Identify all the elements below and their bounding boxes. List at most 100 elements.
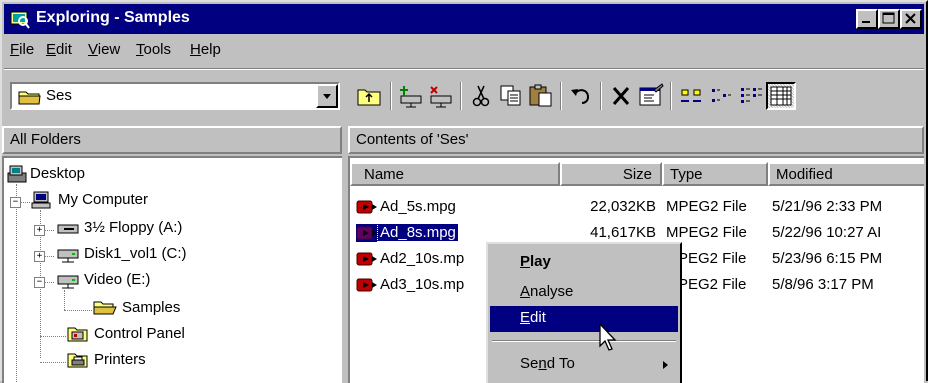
close-icon xyxy=(905,13,916,24)
close-button[interactable] xyxy=(900,9,922,29)
contents-label: Contents of 'Ses' xyxy=(356,131,469,148)
disconnect-network-drive-icon xyxy=(430,86,452,108)
tree-connector xyxy=(40,336,66,337)
media-file-icon xyxy=(356,200,377,214)
folder-icon xyxy=(18,91,41,105)
menu-bar: File Edit View Tools Help xyxy=(4,36,924,64)
window-title: Exploring - Samples xyxy=(36,9,190,26)
copy-button[interactable] xyxy=(496,82,526,110)
collapse-toggle[interactable]: − xyxy=(10,197,21,208)
menu-edit[interactable]: Edit xyxy=(46,41,72,58)
media-file-icon xyxy=(356,252,377,266)
open-folder-icon xyxy=(93,301,117,315)
tree-label: Printers xyxy=(94,351,146,368)
details-view-button[interactable] xyxy=(766,82,796,110)
tree-item-floppy[interactable]: 3½ Floppy (A:) xyxy=(56,218,256,240)
tree-label: Samples xyxy=(122,299,181,316)
tree-connector xyxy=(16,184,17,383)
column-header-name[interactable]: Name xyxy=(350,162,560,186)
file-name: Ad3_10s.mp xyxy=(380,276,465,293)
up-one-level-button[interactable] xyxy=(354,82,384,110)
tree-label: Desktop xyxy=(30,165,86,182)
tree-label: My Computer xyxy=(58,191,149,208)
file-row[interactable]: Ad_5s.mpg 22,032KB MPEG2 File 5/21/96 2:… xyxy=(350,196,910,220)
tree-label: Video (E:) xyxy=(84,271,151,288)
cut-button[interactable] xyxy=(466,82,496,110)
tree-item-printers[interactable]: Printers xyxy=(66,350,266,372)
toolbar xyxy=(354,80,924,114)
undo-button[interactable] xyxy=(566,82,596,110)
tree-item-video[interactable]: Video (E:) xyxy=(56,270,256,292)
media-file-icon xyxy=(356,278,377,292)
details-view-icon xyxy=(770,86,792,106)
column-header-modified[interactable]: Modified xyxy=(768,162,924,186)
properties-icon xyxy=(639,83,664,106)
context-separator xyxy=(492,340,676,342)
properties-button[interactable] xyxy=(636,82,666,110)
file-type: PEG2 File xyxy=(678,276,747,293)
map-drive-button[interactable] xyxy=(396,82,426,110)
list-view-icon xyxy=(741,88,762,103)
submenu-arrow-icon xyxy=(663,361,668,369)
control-panel-icon xyxy=(67,327,88,342)
tree-item-my-computer[interactable]: My Computer xyxy=(30,190,230,212)
context-send-to[interactable]: Send To xyxy=(490,352,678,378)
minimize-icon xyxy=(862,21,870,23)
explorer-icon xyxy=(10,11,30,29)
chevron-down-icon xyxy=(323,94,331,99)
menu-tools[interactable]: Tools xyxy=(136,41,171,58)
delete-button[interactable] xyxy=(606,82,636,110)
network-drive-icon xyxy=(57,249,79,263)
context-menu: Play Analyse Edit Send To xyxy=(486,242,682,383)
contents-header: Contents of 'Ses' xyxy=(348,126,924,154)
scissors-icon xyxy=(472,85,490,107)
combo-dropdown-button[interactable] xyxy=(316,84,338,108)
small-icons-button[interactable] xyxy=(706,82,736,110)
toolbar-separator xyxy=(560,82,562,110)
file-modified: 5/23/96 6:15 PM xyxy=(772,250,883,267)
map-network-drive-icon xyxy=(400,86,422,108)
tree-connector xyxy=(64,290,65,310)
printer-folder-icon xyxy=(67,353,88,368)
expand-toggle[interactable]: + xyxy=(34,251,45,262)
menu-help[interactable]: Help xyxy=(190,41,221,58)
file-name: Ad_5s.mpg xyxy=(380,198,456,215)
paste-button[interactable] xyxy=(526,82,556,110)
disconnect-drive-button[interactable] xyxy=(426,82,456,110)
up-folder-icon xyxy=(357,89,381,106)
menu-file[interactable]: File xyxy=(10,41,34,58)
minimize-button[interactable] xyxy=(856,9,878,29)
paste-icon xyxy=(529,84,552,107)
tree-item-control-panel[interactable]: Control Panel xyxy=(66,324,266,346)
file-modified: 5/21/96 2:33 PM xyxy=(772,198,883,215)
menu-view[interactable]: View xyxy=(88,41,120,58)
list-view-button[interactable] xyxy=(736,82,766,110)
toolbar-separator xyxy=(600,82,602,110)
desktop-icon xyxy=(7,165,27,183)
all-folders-header: All Folders xyxy=(2,126,342,154)
tree-connector xyxy=(64,310,92,311)
context-analyse[interactable]: Analyse xyxy=(490,280,678,306)
column-header-type[interactable]: Type xyxy=(662,162,768,186)
column-header-size[interactable]: Size xyxy=(560,162,662,186)
toolbar-separator xyxy=(670,82,672,110)
expand-toggle[interactable]: + xyxy=(34,225,45,236)
file-modified: 5/22/96 10:27 AI xyxy=(772,224,882,241)
tree-item-disk1[interactable]: Disk1_vol1 (C:) xyxy=(56,244,256,266)
delete-x-icon xyxy=(612,87,630,105)
folder-combo[interactable]: Ses xyxy=(10,82,340,110)
toolbar-separator xyxy=(390,82,392,110)
maximize-button[interactable] xyxy=(878,9,900,29)
tree-item-desktop[interactable]: Desktop xyxy=(6,164,206,186)
all-folders-label: All Folders xyxy=(10,131,81,148)
collapse-toggle[interactable]: − xyxy=(34,277,45,288)
folder-tree[interactable]: Desktop − My Computer + 3½ Floppy (A:) + xyxy=(2,156,342,383)
file-type: PEG2 File xyxy=(678,250,747,267)
toolbar-separator xyxy=(460,82,462,110)
tree-item-samples[interactable]: Samples xyxy=(92,298,292,320)
context-edit[interactable]: Edit xyxy=(490,306,678,332)
file-type: MPEG2 File xyxy=(666,224,747,241)
large-icons-button[interactable] xyxy=(676,82,706,110)
title-bar[interactable]: Exploring - Samples xyxy=(4,4,924,34)
context-play[interactable]: Play xyxy=(490,250,678,276)
